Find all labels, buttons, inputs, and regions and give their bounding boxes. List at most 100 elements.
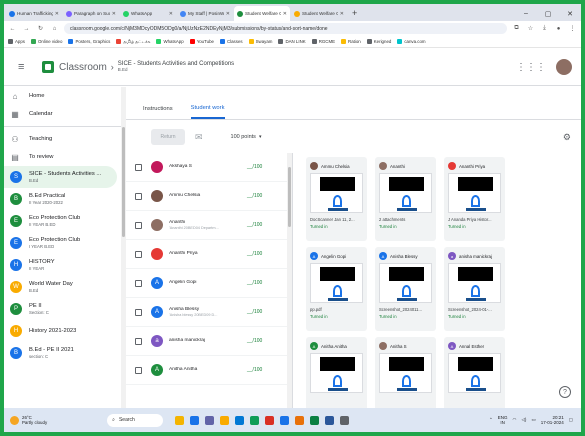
browser-tab[interactable]: Human Trafficking Awaren✕ <box>6 6 62 21</box>
student-row[interactable]: A Angelin Gopi __/100 <box>126 269 292 298</box>
bookmark-item[interactable]: Swayam <box>248 39 272 44</box>
edge-icon[interactable] <box>235 415 245 425</box>
bookmark-item[interactable]: Online video <box>31 39 62 44</box>
app-icon[interactable] <box>295 415 305 425</box>
account-avatar[interactable] <box>556 59 572 75</box>
chrome-icon[interactable] <box>265 415 275 425</box>
bookmark-item[interactable]: WhatsApp <box>156 39 184 44</box>
weather-widget[interactable]: 26°C Partly cloudy <box>10 415 47 426</box>
main-menu-icon[interactable]: ≡ <box>18 61 29 73</box>
sidebar-item-to-review[interactable]: ▤ To review <box>4 148 121 166</box>
widgets-icon[interactable] <box>175 415 185 425</box>
submission-card[interactable]: A Anitha Anitha <box>306 337 367 408</box>
bookmark-item[interactable]: DAN LINK <box>278 39 306 44</box>
bookmark-item[interactable]: Kerigned <box>366 39 391 44</box>
attachment-thumbnail[interactable] <box>379 263 432 303</box>
browser-tab[interactable]: Paragraph on Success - C✕ <box>63 6 119 21</box>
bookmark-item[interactable]: Posters, Graphics <box>68 39 110 44</box>
attachment-thumbnail[interactable] <box>310 173 363 213</box>
sidebar-item-class[interactable]: E Eco Protection Club I YEAR B.ED <box>4 232 121 254</box>
attachment-thumbnail[interactable] <box>310 353 363 393</box>
grade-input[interactable]: __/100 <box>247 193 262 199</box>
select-checkbox[interactable] <box>135 308 142 316</box>
battery-icon[interactable]: ▭ <box>531 417 535 423</box>
close-icon[interactable]: ✕ <box>340 11 344 17</box>
store-icon[interactable] <box>250 415 260 425</box>
select-checkbox[interactable] <box>135 279 142 287</box>
extensions-icon[interactable]: ⧉ <box>512 25 521 32</box>
submission-card[interactable]: A Angelin Gopi pp.pdf Turned in <box>306 247 367 331</box>
classroom-logo-icon[interactable] <box>42 61 54 73</box>
google-apps-icon[interactable]: ⋮⋮⋮ <box>516 62 546 73</box>
chevron-up-icon[interactable]: ⌃ <box>489 417 493 423</box>
submission-card[interactable]: Ananthi Priya J Ananda Priya Histor... Tur… <box>444 157 505 241</box>
sidebar-item-class[interactable]: H History 2021-2023 <box>4 320 121 342</box>
attachment-thumbnail[interactable] <box>448 263 501 303</box>
student-row[interactable]: Ammu Chelsia __/100 <box>126 182 292 211</box>
file-explorer-icon[interactable] <box>220 415 230 425</box>
taskbar-search[interactable]: ⌕ Search <box>107 413 164 427</box>
points-dropdown[interactable]: 100 points ▾ <box>231 134 262 140</box>
student-row[interactable]: Ananthi Priya __/100 <box>126 240 292 269</box>
grade-input[interactable]: __/100 <box>247 338 262 344</box>
grade-input[interactable]: __/100 <box>247 222 262 228</box>
bookmark-item[interactable]: YouTube <box>189 39 214 44</box>
attachment-thumbnail[interactable] <box>379 353 432 393</box>
wifi-icon[interactable]: ◠ <box>513 417 517 423</box>
attachment-thumbnail[interactable] <box>379 173 432 213</box>
forward-icon[interactable]: → <box>22 26 31 32</box>
sidebar-item-home[interactable]: ⌂ Home <box>4 87 121 105</box>
browser-tab[interactable]: My Staff | PosinWyMail✕ <box>177 6 233 21</box>
student-row[interactable]: A Anitha Anitha __/100 <box>126 356 292 385</box>
close-icon[interactable]: ✕ <box>283 11 287 17</box>
attachment-thumbnail[interactable] <box>448 173 501 213</box>
scrollbar-thumb[interactable] <box>122 127 125 237</box>
attachment-thumbnail[interactable] <box>310 263 363 303</box>
student-row[interactable]: a anisha manickraj __/100 <box>126 327 292 356</box>
home-icon[interactable]: ⌂ <box>50 26 59 32</box>
grade-input[interactable]: __/100 <box>247 164 262 170</box>
clock[interactable]: 20:21 17-01-2024 <box>541 415 564 426</box>
reload-icon[interactable]: ↻ <box>36 25 45 32</box>
excel-icon[interactable] <box>310 415 320 425</box>
student-row[interactable]: A Anisha Blessy 'Anisha blessy 20BED09 D..… <box>126 298 292 327</box>
browser-tab[interactable]: Student Welfare Committ✕ <box>291 6 347 21</box>
bookmark-item[interactable]: Apps <box>8 39 25 44</box>
close-icon[interactable]: ✕ <box>55 11 59 17</box>
breadcrumb[interactable]: SICE - Students Activities and Competiti… <box>118 61 234 73</box>
student-list-scrollbar[interactable] <box>287 153 292 408</box>
select-checkbox[interactable] <box>135 366 142 374</box>
teams-icon[interactable] <box>205 415 215 425</box>
menu-dots-icon[interactable]: ⋮ <box>568 25 577 32</box>
address-bar[interactable]: classroom.google.com/c/NjM3MDcyODM5ODg0/… <box>64 23 507 34</box>
select-checkbox[interactable] <box>135 163 142 171</box>
close-icon[interactable]: ✕ <box>169 11 173 17</box>
student-row[interactable]: Akshaya S __/100 <box>126 153 292 182</box>
email-icon[interactable]: ✉ <box>195 132 203 143</box>
settings-icon[interactable] <box>340 415 350 425</box>
bookmark-item[interactable]: தமிழ் தட்டச்சு <box>116 39 150 45</box>
browser-tab[interactable]: WhatsApp ✕ <box>120 6 176 21</box>
word-icon[interactable] <box>325 415 335 425</box>
close-icon[interactable]: ✕ <box>226 11 230 17</box>
close-window-button[interactable]: ✕ <box>559 10 581 18</box>
minimize-button[interactable]: – <box>515 10 537 17</box>
close-icon[interactable]: ✕ <box>112 11 116 17</box>
sidebar-item-teaching[interactable]: ⚇ Teaching <box>4 130 121 148</box>
help-icon[interactable]: ? <box>559 386 571 398</box>
select-checkbox[interactable] <box>135 250 142 258</box>
tab-student-work[interactable]: Student work <box>190 99 225 119</box>
tab-instructions[interactable]: Instructions <box>143 99 173 119</box>
bookmark-item[interactable]: Classes <box>219 39 243 44</box>
bookmark-item[interactable]: canva.com <box>397 39 426 44</box>
submission-card[interactable]: Ananthi 2 attachments Turned in <box>375 157 436 241</box>
task-view-icon[interactable] <box>190 415 200 425</box>
submission-card[interactable]: Ammu Chelsia DocScanner Jan 11, 2... Turne… <box>306 157 367 241</box>
grade-input[interactable]: __/100 <box>247 367 262 373</box>
browser-tab[interactable]: Student Welfare Committ✕ <box>234 6 290 21</box>
new-tab-button[interactable]: + <box>348 6 361 21</box>
scrollbar-thumb[interactable] <box>288 167 291 227</box>
sidebar-item-class[interactable]: W World Water Day B.Ed <box>4 276 121 298</box>
language-indicator[interactable]: ENG IN <box>498 415 508 426</box>
sidebar-item-class[interactable]: P PE II Section: C <box>4 298 121 320</box>
